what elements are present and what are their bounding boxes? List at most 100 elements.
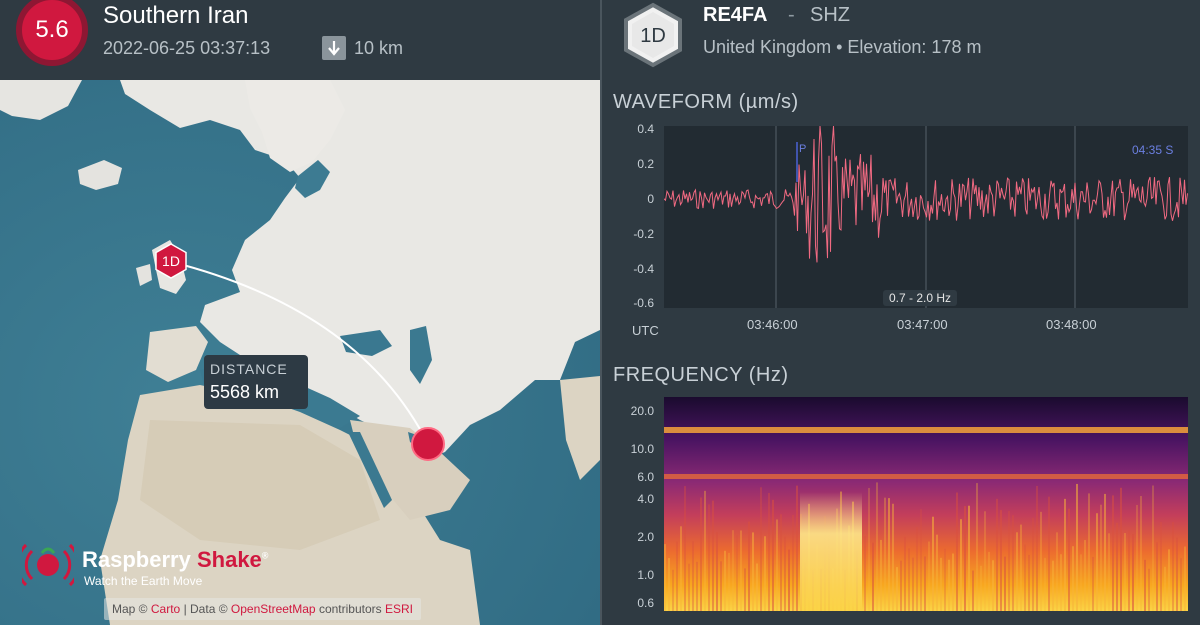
spectrogram-streak bbox=[964, 506, 966, 611]
spectrogram-streak bbox=[1160, 521, 1162, 611]
waveform-ytick: -0.2 bbox=[633, 227, 654, 241]
spectrogram-streak bbox=[788, 549, 790, 611]
spectrogram-streak bbox=[948, 559, 950, 611]
spectrogram-streak bbox=[756, 563, 758, 611]
event-header: 5.6 Southern Iran 2022-06-25 03:37:13 10… bbox=[0, 0, 600, 80]
waveform-plot[interactable]: P 04:35 S bbox=[663, 125, 1188, 308]
spectrogram-streak bbox=[1164, 566, 1166, 611]
spectrogram-streak bbox=[960, 519, 962, 611]
spectrogram-streak bbox=[1144, 559, 1146, 611]
spectrogram-streak bbox=[880, 539, 882, 611]
attribution-text: Map © bbox=[112, 602, 148, 616]
spectrogram-streak bbox=[1184, 546, 1186, 611]
spectrogram-streak bbox=[1108, 533, 1110, 611]
brand-name-part1: Raspberry bbox=[82, 547, 191, 572]
spectrogram-streak bbox=[900, 560, 902, 611]
s-phase-label: 04:35 S bbox=[1132, 143, 1173, 157]
spectrogram-streak bbox=[884, 497, 886, 611]
spectrogram-streak bbox=[1076, 483, 1078, 611]
spectrogram-streak bbox=[1048, 496, 1050, 611]
spectrogram-streak bbox=[1116, 522, 1118, 611]
spectrogram-streak bbox=[1124, 533, 1126, 611]
waveform-xtick: 03:47:00 bbox=[897, 317, 948, 332]
map-attribution: Map © Carto | Data © OpenStreetMap contr… bbox=[104, 598, 422, 620]
spectrogram-streak bbox=[1032, 517, 1034, 611]
spectrogram-streak bbox=[976, 483, 978, 611]
spectrogram-streak bbox=[708, 504, 710, 611]
spectrogram-streak bbox=[748, 521, 750, 611]
spectrogram-streak bbox=[1020, 524, 1022, 611]
event-depth: 10 km bbox=[322, 36, 403, 60]
spectrogram-streak bbox=[664, 544, 666, 611]
station-panel: 1D RE4FA - SHZ United Kingdom • Elevatio… bbox=[602, 0, 1200, 625]
spectrogram-streak bbox=[924, 556, 926, 611]
waveform-ytick: 0.4 bbox=[637, 122, 654, 136]
spectrogram-streak bbox=[1148, 568, 1150, 611]
spectrogram-streak bbox=[692, 541, 694, 611]
spectrogram-streak bbox=[980, 565, 982, 611]
spectrogram-streak bbox=[872, 542, 874, 611]
freq-ytick: 6.0 bbox=[637, 470, 654, 484]
spectrogram-streak bbox=[928, 541, 930, 611]
spectrogram-streak bbox=[940, 557, 942, 611]
spectrogram-streak bbox=[952, 553, 954, 611]
spectrogram-streak bbox=[1156, 542, 1158, 611]
epicenter-marker bbox=[411, 427, 445, 461]
event-datetime: 2022-06-25 03:37:13 bbox=[103, 38, 271, 58]
attribution-link-esri[interactable]: ESRI bbox=[385, 602, 413, 616]
freq-ytick: 4.0 bbox=[637, 492, 654, 506]
spectrogram-streak bbox=[668, 558, 670, 611]
p-phase-label: P bbox=[799, 143, 806, 155]
waveform-xtick: 03:46:00 bbox=[747, 317, 798, 332]
attribution-link-carto[interactable]: Carto bbox=[151, 602, 180, 616]
waveform-ytick: 0 bbox=[647, 192, 654, 206]
spectrogram-streak bbox=[896, 567, 898, 611]
brand-tagline: Watch the Earth Move bbox=[84, 574, 203, 588]
distance-value: 5568 km bbox=[210, 382, 280, 402]
spectrogram-streak bbox=[1140, 496, 1142, 611]
spectrogram-streak bbox=[984, 511, 986, 611]
spectrogram-streak bbox=[1024, 544, 1026, 611]
spectrogram-streak bbox=[1068, 508, 1070, 611]
spectrogram-streak bbox=[1056, 532, 1058, 611]
spectrogram-streak bbox=[1044, 557, 1046, 611]
spectrogram-streak bbox=[764, 536, 766, 611]
spectrogram-streak bbox=[1112, 495, 1114, 611]
spectrogram-streak bbox=[728, 552, 730, 611]
station-marker-label: 1D bbox=[162, 253, 180, 269]
waveform-title: WAVEFORM (µm/s) bbox=[613, 91, 799, 113]
spectrogram-streak bbox=[876, 482, 878, 611]
spectrogram-streak bbox=[736, 535, 738, 611]
spectrogram-streak bbox=[1008, 510, 1010, 611]
spectrogram-streak bbox=[1060, 554, 1062, 611]
spectrogram-streak bbox=[780, 514, 782, 611]
station-code: RE4FA bbox=[703, 4, 768, 26]
spectrogram-streak bbox=[988, 551, 990, 611]
spectrogram-streak bbox=[1104, 493, 1106, 611]
spectrogram-streak bbox=[920, 509, 922, 611]
spectrogram-streak bbox=[1100, 504, 1102, 611]
spectrogram-streak bbox=[1036, 485, 1038, 611]
spectrogram-streak bbox=[956, 492, 958, 611]
brand-name: Raspberry Shake® bbox=[82, 547, 268, 573]
spectrogram-streak bbox=[1064, 498, 1066, 611]
waveform-ytick: -0.6 bbox=[633, 296, 654, 310]
distance-box: DISTANCE 5568 km bbox=[204, 355, 308, 409]
spectrogram-streak bbox=[1028, 554, 1030, 611]
freq-ytick: 2.0 bbox=[637, 530, 654, 544]
attribution-link-osm[interactable]: OpenStreetMap bbox=[231, 602, 316, 616]
spectrogram-plot[interactable] bbox=[664, 397, 1188, 611]
spectrogram-streak bbox=[684, 486, 686, 611]
waveform-ytick: 0.2 bbox=[637, 157, 654, 171]
attribution-text: | Data © bbox=[183, 602, 228, 616]
spectrogram-streak bbox=[864, 536, 866, 611]
spectrogram-streak bbox=[1128, 530, 1130, 611]
spectrogram-streak bbox=[1040, 511, 1042, 611]
station-marker: 1D bbox=[155, 243, 187, 279]
spectrogram-streak bbox=[768, 492, 770, 611]
world-map[interactable]: 1D bbox=[0, 80, 600, 625]
magnitude-badge: 5.6 bbox=[16, 0, 88, 66]
spectrogram-streak bbox=[1168, 549, 1170, 611]
spectrogram-streak bbox=[1088, 493, 1090, 611]
spectrogram-streak bbox=[1016, 532, 1018, 611]
